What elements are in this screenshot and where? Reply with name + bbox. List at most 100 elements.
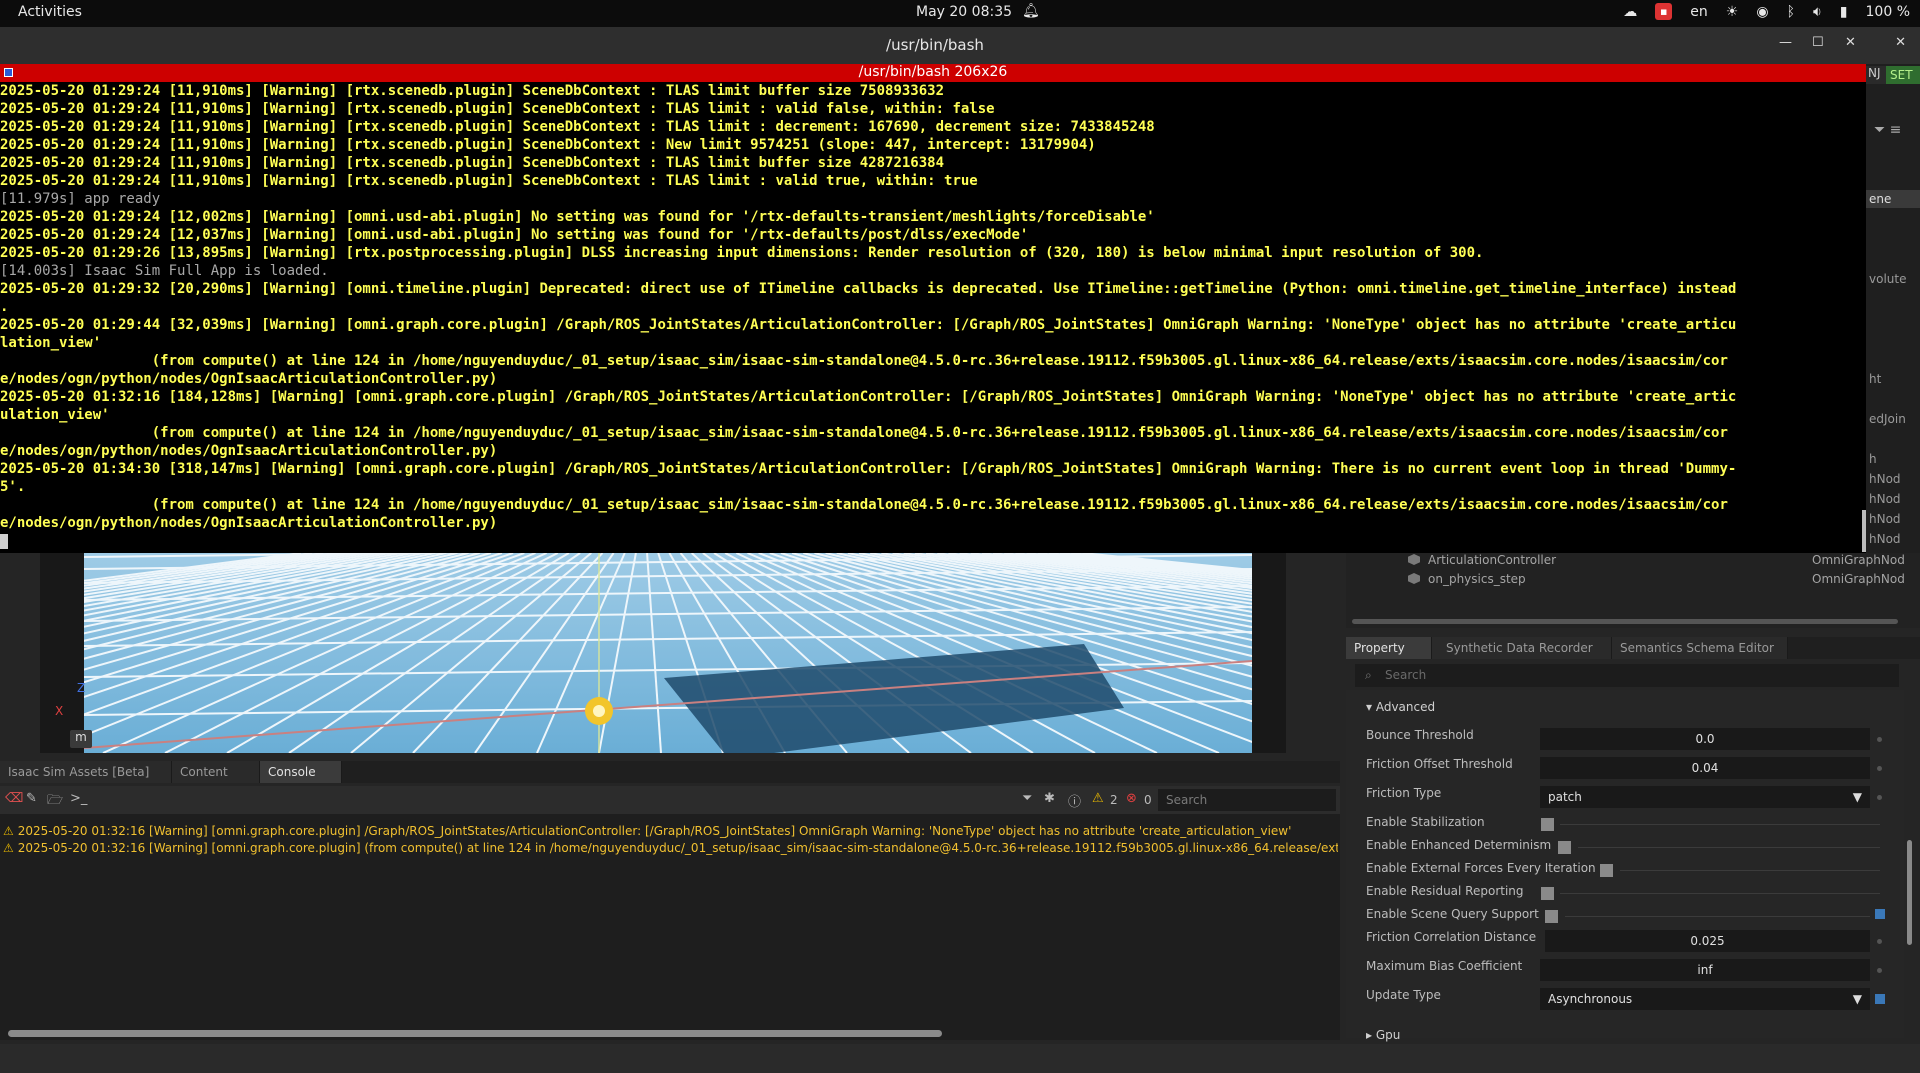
error-filter-icon[interactable]: ⊗: [1126, 791, 1137, 806]
graph-node-icon: [1408, 573, 1420, 584]
filter-icon[interactable]: ⏷: [1022, 791, 1032, 806]
wifi-icon[interactable]: ◉: [1756, 4, 1768, 20]
tab-semantics-schema-editor[interactable]: Semantics Schema Editor: [1612, 637, 1788, 659]
terminal-line: (from compute() at line 124 in /home/ngu…: [0, 425, 1728, 441]
bottom-tab-bar: Isaac Sim Assets [Beta] Content Console: [0, 761, 1340, 783]
minimize-icon[interactable]: —: [1779, 35, 1792, 50]
activities-button[interactable]: Activities: [18, 4, 82, 20]
volume-icon[interactable]: 🔉︎: [1813, 4, 1822, 20]
brightness-icon[interactable]: ☀: [1726, 4, 1739, 20]
maximum-bias-coefficient-field[interactable]: inf: [1540, 959, 1870, 981]
enable-residual-reporting-checkbox[interactable]: [1541, 887, 1554, 900]
advanced-section-header[interactable]: ▾ Advanced: [1366, 700, 1435, 714]
maximize-icon[interactable]: ☐: [1812, 35, 1824, 50]
clock[interactable]: May 20 08:35: [916, 4, 1012, 20]
enable-stabilization-checkbox[interactable]: [1541, 818, 1554, 831]
default-indicator[interactable]: [1877, 968, 1882, 973]
dropdown-arrow-icon: ▼: [1852, 992, 1862, 1006]
background-window-close-icon[interactable]: ✕: [1895, 35, 1906, 50]
warning-filter-icon[interactable]: ⚠: [1092, 791, 1104, 806]
tab-content[interactable]: Content: [172, 761, 260, 783]
warning-icon: ⚠: [3, 824, 14, 838]
toolbar-set-label[interactable]: SET: [1886, 66, 1920, 84]
enable-enhanced-determinism-checkbox[interactable]: [1558, 841, 1571, 854]
property-scrollbar[interactable]: [1907, 840, 1912, 945]
terminal-line: 2025-05-20 01:32:16 [184,128ms] [Warning…: [0, 389, 1737, 405]
tab-isaac-sim-assets[interactable]: Isaac Sim Assets [Beta]: [0, 761, 172, 783]
terminal-line: 2025-05-20 01:29:24 [11,910ms] [Warning]…: [0, 83, 945, 99]
viewport[interactable]: Z X m: [40, 553, 1286, 753]
enable-scene-query-support-checkbox[interactable]: [1545, 910, 1558, 923]
info-icon[interactable]: ⓘ: [1068, 791, 1081, 810]
edit-icon[interactable]: ✎: [26, 791, 37, 806]
cloud-icon[interactable]: ☁: [1623, 4, 1637, 20]
stage-label-fragment: ht: [1869, 372, 1882, 386]
terminal-line: 2025-05-20 01:29:24 [12,002ms] [Warning]…: [0, 209, 1155, 225]
row-divider: [1565, 916, 1870, 917]
console-search-input[interactable]: Search: [1158, 789, 1336, 811]
warning-count: 2: [1110, 793, 1118, 807]
friction-correlation-distance-field[interactable]: 0.025: [1545, 930, 1870, 952]
console-scrollbar[interactable]: [8, 1030, 942, 1037]
default-indicator[interactable]: [1877, 737, 1882, 742]
enable-residual-reporting-label: Enable Residual Reporting: [1366, 884, 1524, 898]
unit-badge[interactable]: m: [70, 730, 92, 748]
property-search-input[interactable]: ⌕ Search: [1355, 664, 1899, 687]
filter-icon[interactable]: ⏷ ≡: [1874, 122, 1901, 138]
modified-indicator[interactable]: [1875, 994, 1885, 1004]
battery-percentage[interactable]: 100 %: [1866, 4, 1910, 20]
enable-external-forces-checkbox[interactable]: [1600, 864, 1613, 877]
clear-console-icon[interactable]: ⌫: [5, 791, 23, 806]
terminal-output[interactable]: 2025-05-20 01:29:24 [11,910ms] [Warning]…: [0, 82, 1866, 553]
stage-label-fragment: hNod: [1869, 532, 1901, 546]
language-indicator[interactable]: en: [1690, 4, 1708, 20]
friction-type-dropdown[interactable]: patch ▼: [1540, 786, 1870, 808]
terminal-line: 2025-05-20 01:29:24 [11,910ms] [Warning]…: [0, 119, 1155, 135]
tab-property[interactable]: Property: [1346, 637, 1432, 659]
system-top-bar: Activities May 20 08:35 🔔︎ ☁ ▪ en ☀ ◉ ᛒ …: [0, 0, 1920, 27]
default-indicator[interactable]: [1877, 795, 1882, 800]
app-indicator-icon[interactable]: ▪: [1655, 3, 1673, 20]
property-tab-bar: Property Synthetic Data Recorder Semanti…: [1346, 637, 1920, 659]
gpu-section-header[interactable]: ▸ Gpu: [1366, 1028, 1400, 1042]
folder-icon[interactable]: 🗁︎: [47, 791, 63, 813]
console-row[interactable]: ⚠ 2025-05-20 01:32:16 [Warning] [omni.gra…: [3, 841, 1338, 855]
default-indicator[interactable]: [1877, 766, 1882, 771]
notification-bell-icon[interactable]: 🔔︎: [1022, 3, 1040, 19]
enable-external-forces-label: Enable External Forces Every Iteration: [1366, 861, 1596, 875]
stage-selected-item[interactable]: ene: [1866, 190, 1920, 208]
modified-indicator[interactable]: [1875, 909, 1885, 919]
search-icon: ⌕: [1365, 668, 1372, 682]
row-divider: [1620, 870, 1880, 871]
terminal-line: [11.979s] app ready: [0, 191, 161, 207]
update-type-dropdown[interactable]: Asynchronous ▼: [1540, 988, 1870, 1010]
tab-synthetic-data-recorder[interactable]: Synthetic Data Recorder: [1432, 637, 1612, 659]
console-log[interactable]: ⚠ 2025-05-20 01:32:16 [Warning] [omni.gra…: [0, 814, 1340, 1040]
toolbar-nj-label[interactable]: NJ: [1866, 66, 1886, 84]
stage-scrollbar[interactable]: [1352, 619, 1898, 624]
console-row[interactable]: ⚠ 2025-05-20 01:32:16 [Warning] [omni.gra…: [3, 824, 1338, 838]
stage-tree-item[interactable]: on_physics_step: [1408, 572, 1526, 586]
close-icon[interactable]: ✕: [1845, 35, 1856, 50]
warning-icon: ⚠: [3, 841, 14, 855]
terminal-line: 2025-05-20 01:29:24 [11,910ms] [Warning]…: [0, 155, 945, 171]
update-type-label: Update Type: [1366, 988, 1441, 1002]
command-prompt-icon[interactable]: >_: [70, 791, 87, 806]
console-toolbar: ⌫ ✎ 🗁︎ >_ ⏷ ✱ ⓘ ⚠ 2 ⊗ 0 Search: [0, 786, 1340, 814]
terminal-line: (from compute() at line 124 in /home/ngu…: [0, 497, 1728, 513]
stage-tree-item[interactable]: ArticulationController: [1408, 553, 1556, 567]
tab-console[interactable]: Console: [260, 761, 342, 783]
terminal-titlebar[interactable]: /usr/bin/bash — ☐ ✕ ✕: [0, 27, 1920, 64]
battery-icon[interactable]: ▮: [1840, 4, 1848, 20]
terminal-line: 2025-05-20 01:29:24 [11,910ms] [Warning]…: [0, 101, 995, 117]
row-divider: [1560, 824, 1880, 825]
friction-offset-threshold-field[interactable]: 0.04: [1540, 757, 1870, 779]
bluetooth-icon[interactable]: ᛒ: [1787, 4, 1795, 20]
viewport-scene: [84, 553, 1252, 753]
default-indicator[interactable]: [1877, 939, 1882, 944]
terminal-line: e/nodes/ogn/python/nodes/OgnIsaacArticul…: [0, 371, 498, 387]
verbose-icon[interactable]: ✱: [1044, 791, 1055, 806]
bounce-threshold-field[interactable]: 0.0: [1540, 728, 1870, 750]
friction-offset-threshold-label: Friction Offset Threshold: [1366, 757, 1513, 771]
terminal-line: [14.003s] Isaac Sim Full App is loaded.: [0, 263, 329, 279]
